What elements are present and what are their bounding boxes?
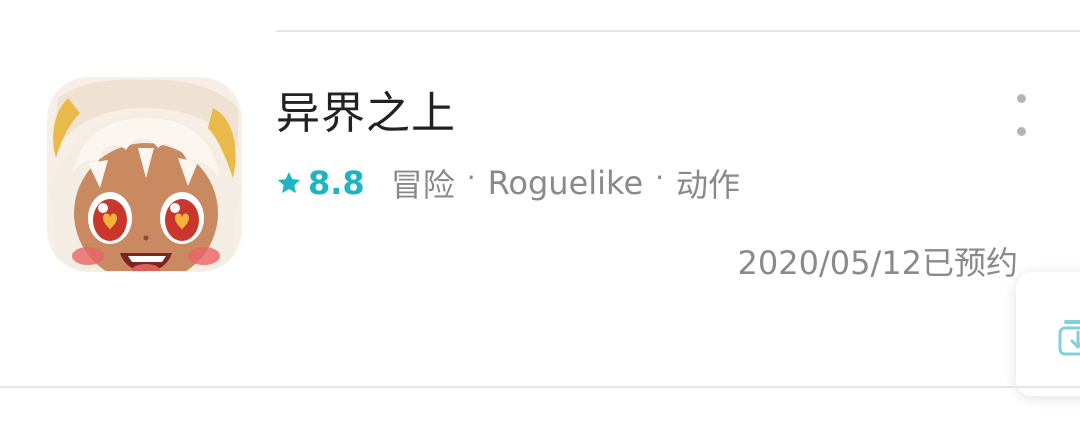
star-icon (276, 170, 302, 196)
top-divider (276, 30, 1080, 32)
genre-tag[interactable]: 冒险 (391, 160, 455, 206)
reservation-status: 2020/05/12已预约 (737, 244, 1018, 282)
app-title[interactable]: 异界之上 (276, 86, 456, 142)
app-meta-row: 8.8 冒险 · Roguelike · 动作 (276, 160, 740, 206)
tag-separator: · (466, 160, 476, 194)
rating-score: 8.8 (308, 164, 365, 202)
genre-tag[interactable]: 动作 (676, 160, 740, 206)
download-icon (1058, 314, 1080, 362)
genre-tag[interactable]: Roguelike (488, 164, 644, 202)
more-vertical-icon (1016, 94, 1026, 103)
app-icon[interactable] (48, 78, 241, 271)
more-vertical-icon (1016, 127, 1026, 136)
floating-download-button[interactable] (1016, 272, 1080, 396)
more-options-button[interactable] (1006, 94, 1036, 136)
tag-separator: · (655, 160, 665, 194)
bottom-divider (0, 386, 1080, 388)
